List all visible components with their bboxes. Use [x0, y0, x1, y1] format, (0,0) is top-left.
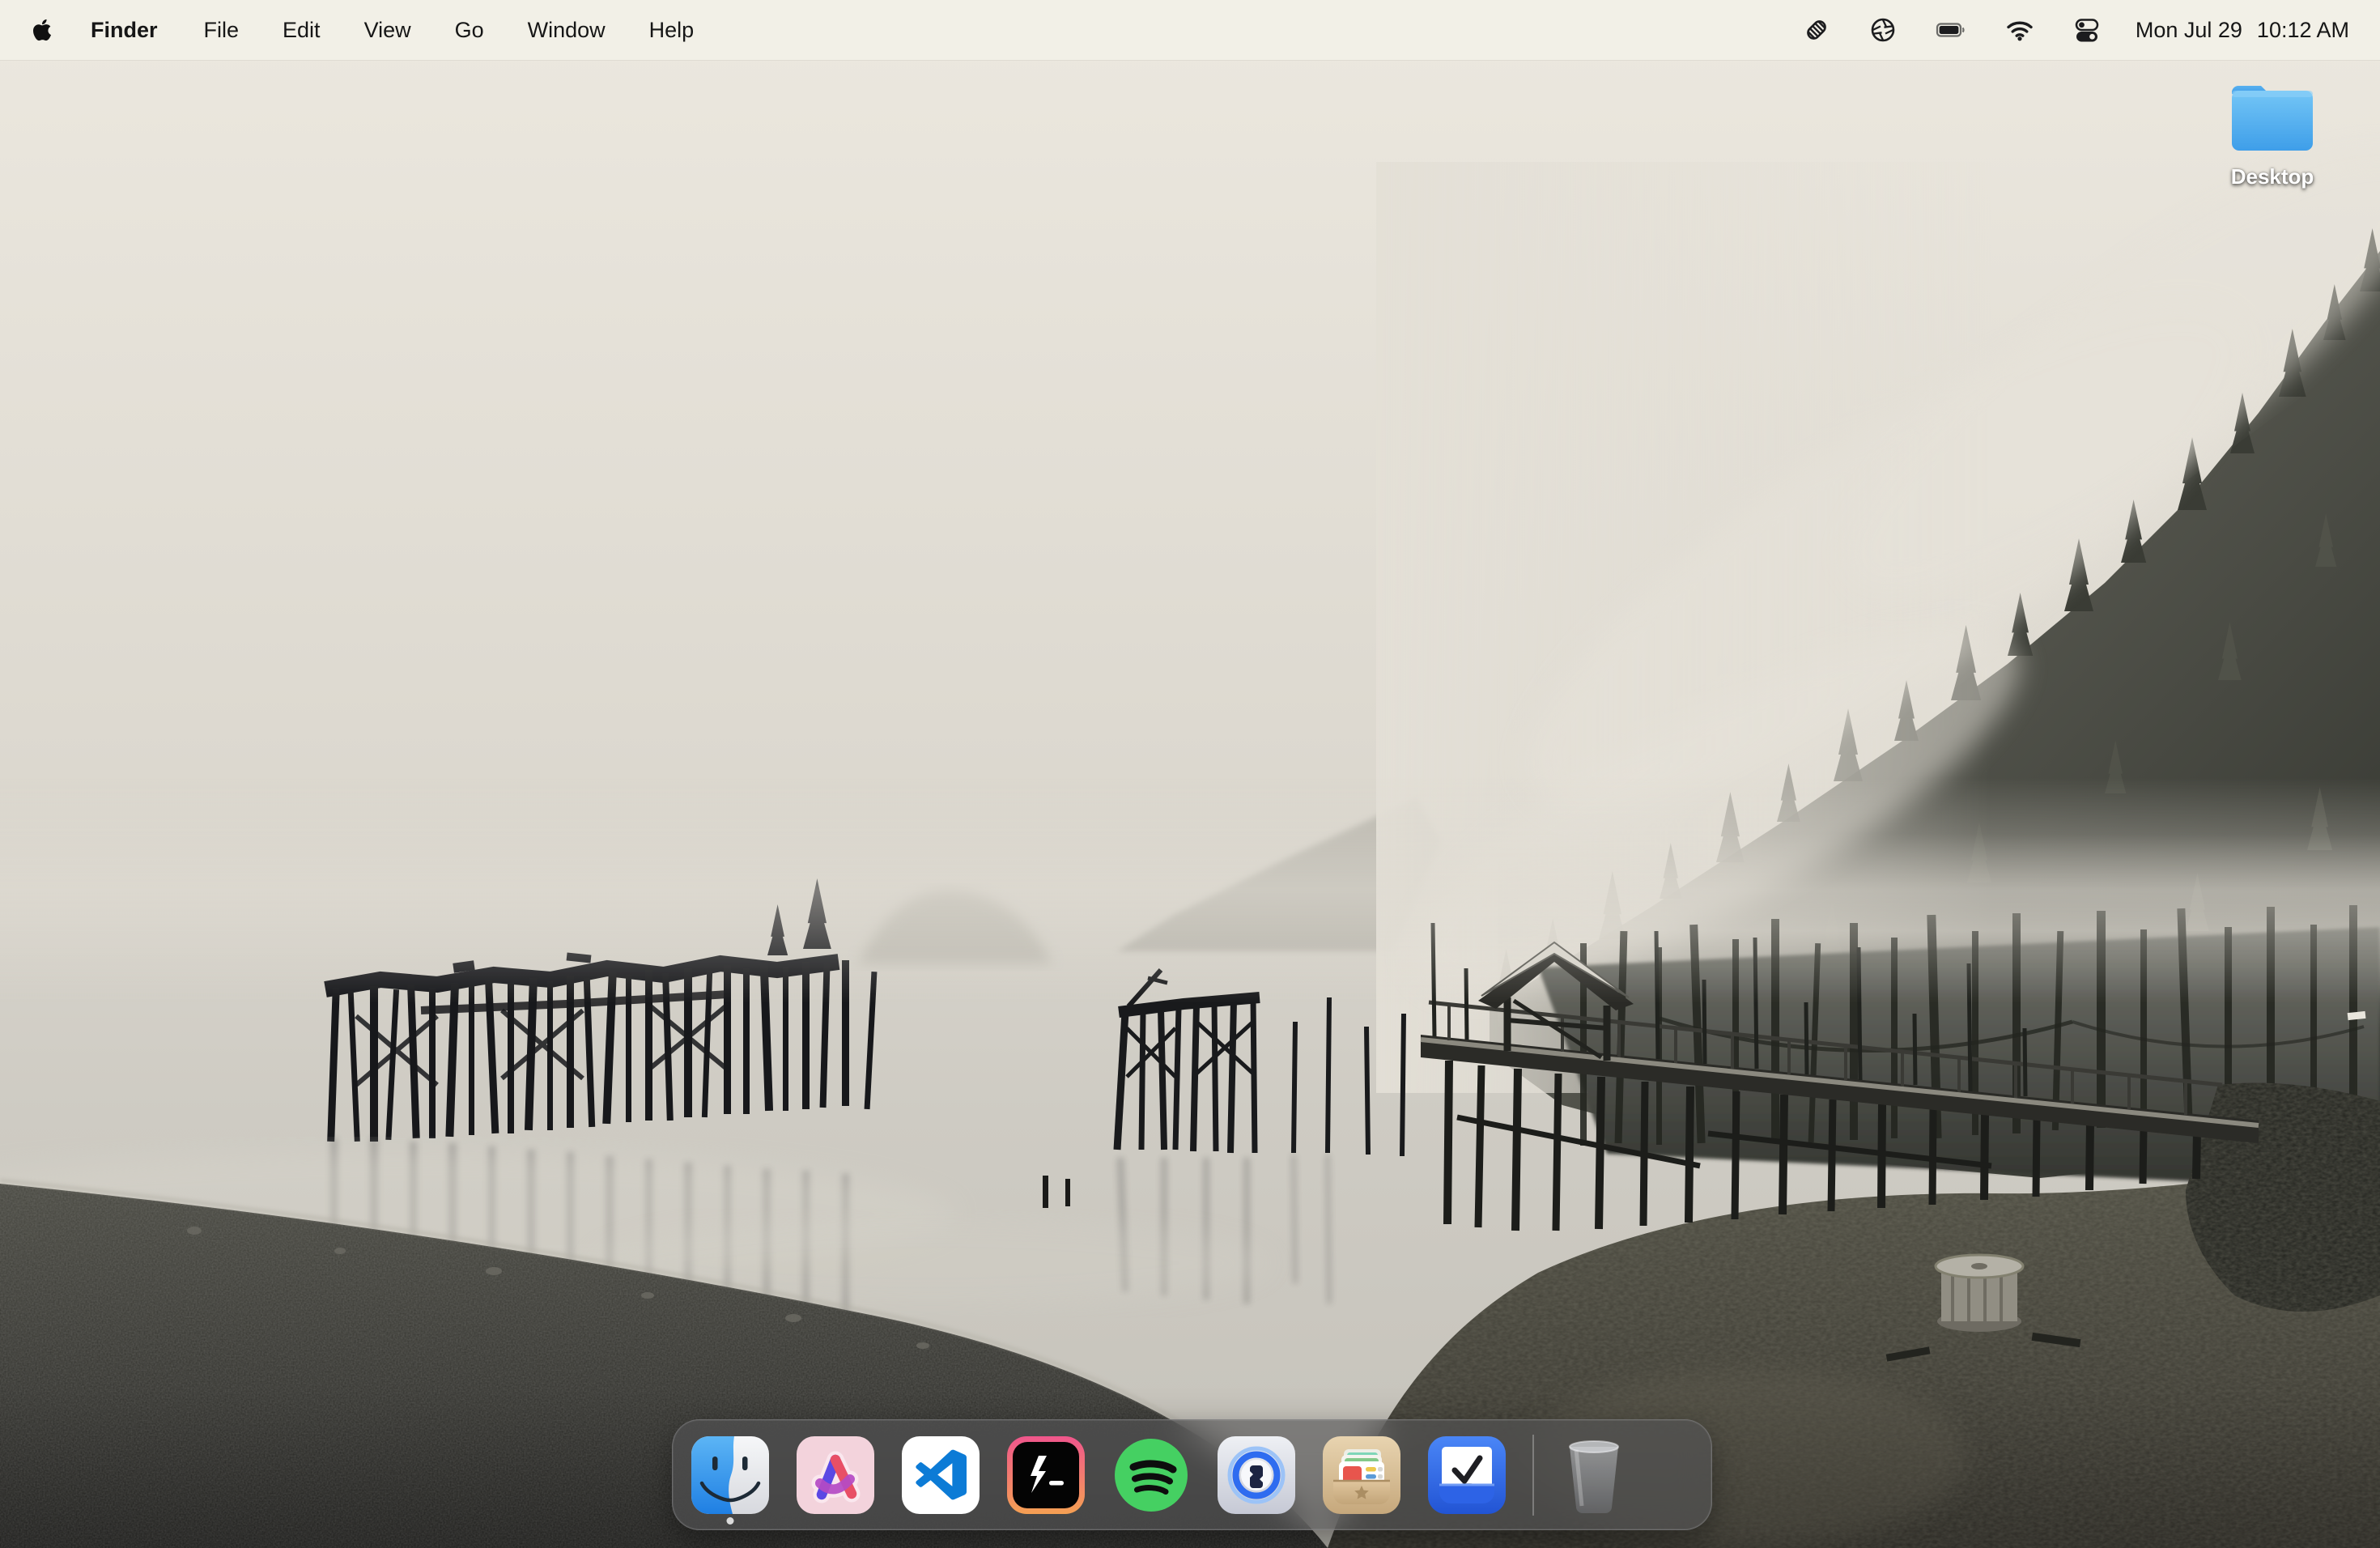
desktop-folder-icon[interactable]: Desktop: [2220, 79, 2325, 189]
aperture-icon[interactable]: [1868, 15, 1898, 45]
menu-view[interactable]: View: [342, 18, 433, 43]
wifi-icon[interactable]: [2004, 15, 2035, 45]
dock-vscode-icon[interactable]: [902, 1436, 980, 1514]
dock-anybox-icon[interactable]: [1323, 1436, 1400, 1514]
dock-trash-icon[interactable]: [1558, 1436, 1630, 1514]
dock-arc-icon[interactable]: [797, 1436, 874, 1514]
wallpaper-image: [0, 0, 2380, 1548]
dock-1password-icon[interactable]: [1218, 1436, 1295, 1514]
menu-file[interactable]: File: [182, 18, 261, 43]
dock: [672, 1419, 1712, 1530]
folder-icon: [2225, 79, 2319, 157]
dock-finder-icon[interactable]: [691, 1436, 769, 1514]
desktop-folder-label: Desktop: [2220, 164, 2325, 189]
menu-help[interactable]: Help: [627, 18, 716, 43]
battery-full-icon[interactable]: [1935, 15, 1967, 45]
menu-bar: Finder File Edit View Go Window Help: [0, 0, 2380, 60]
menu-app-finder[interactable]: Finder: [66, 18, 182, 43]
menu-go[interactable]: Go: [433, 18, 506, 43]
apple-menu[interactable]: [32, 18, 52, 42]
control-center-icon[interactable]: [2072, 15, 2102, 45]
dock-warp-icon[interactable]: [1007, 1436, 1085, 1514]
clock-date: Mon Jul 29: [2136, 18, 2242, 43]
running-indicator: [727, 1517, 734, 1525]
menu-window[interactable]: Window: [506, 18, 627, 43]
dock-divider: [1532, 1435, 1534, 1516]
macos-desktop: Finder File Edit View Go Window Help: [0, 0, 2380, 1548]
apple-logo-icon: [32, 18, 52, 42]
dock-spotify-icon[interactable]: [1112, 1436, 1190, 1514]
menu-bar-clock[interactable]: Mon Jul 29 10:12 AM: [2136, 18, 2349, 43]
dock-things-icon[interactable]: [1428, 1436, 1506, 1514]
clock-time: 10:12 AM: [2257, 18, 2349, 43]
menu-edit[interactable]: Edit: [261, 18, 342, 43]
striped-pill-icon[interactable]: [1802, 15, 1831, 45]
